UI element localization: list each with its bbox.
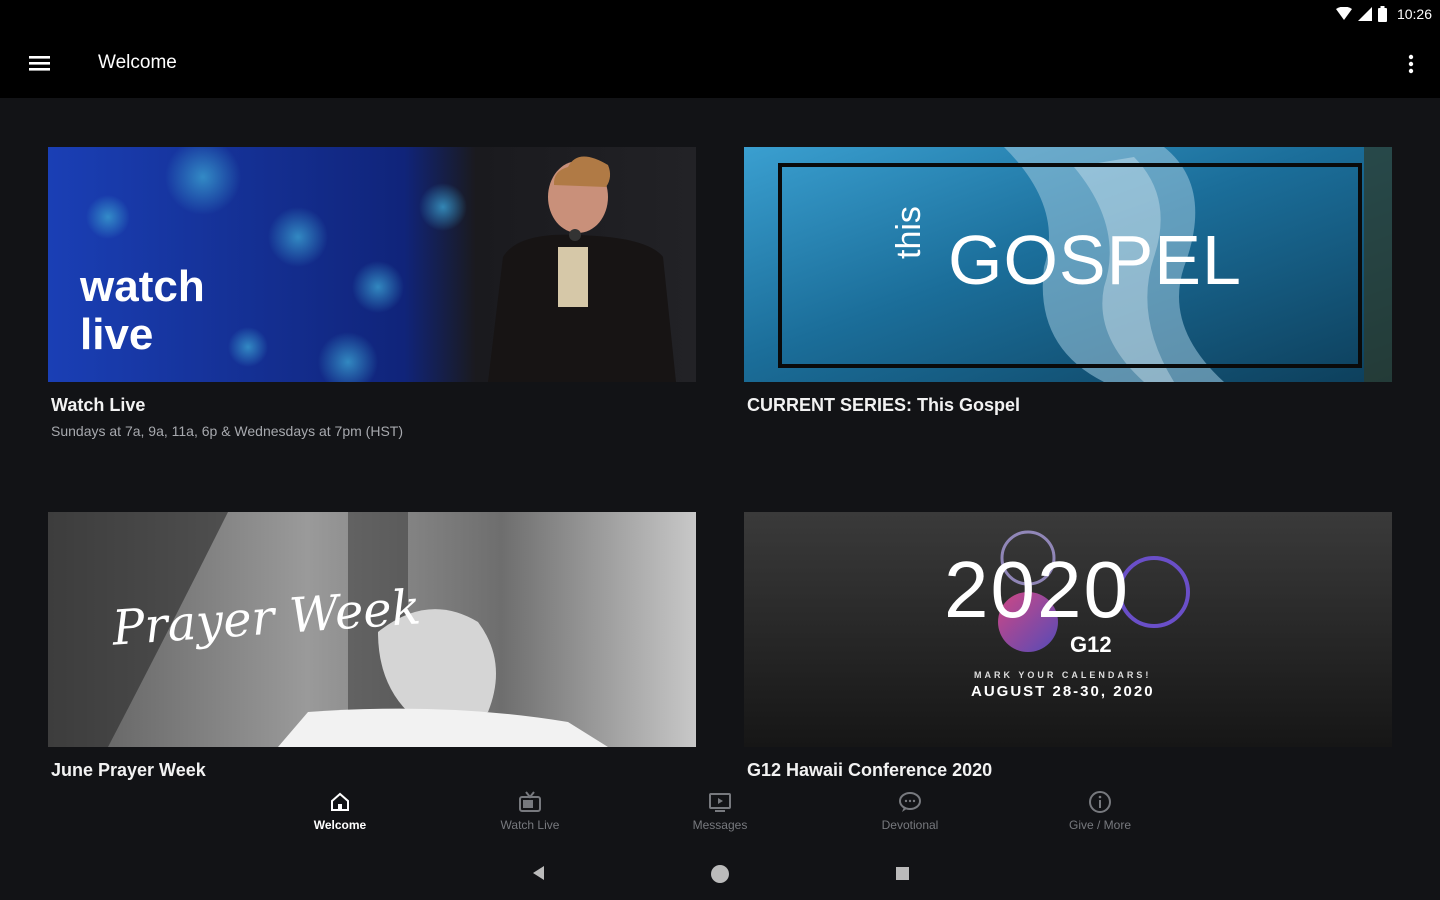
- system-nav-bar: [0, 850, 1440, 900]
- image-caption-watch: watch: [80, 262, 205, 311]
- nav-item-welcome[interactable]: Welcome: [280, 790, 400, 832]
- nav-item-devotional[interactable]: Devotional: [850, 790, 970, 832]
- nav-label: Devotional: [881, 818, 939, 832]
- nav-item-watch-live[interactable]: Watch Live: [470, 790, 590, 832]
- nav-item-messages[interactable]: Messages: [660, 790, 780, 832]
- app-bar: Welcome: [0, 30, 1440, 98]
- card-title: CURRENT SERIES: This Gospel: [747, 395, 1021, 415]
- page-title: Welcome: [98, 52, 177, 73]
- image-date: AUGUST 28-30, 2020: [971, 683, 1155, 700]
- card-title: June Prayer Week: [51, 760, 206, 780]
- chat-bubble-icon: [899, 792, 921, 812]
- info-icon: [1089, 791, 1111, 813]
- status-time: 10:26: [1396, 6, 1432, 22]
- nav-label: Messages: [692, 818, 748, 832]
- battery-icon: [1377, 6, 1387, 22]
- card-g12-conference[interactable]: 2020 G12 MARK YOUR CALENDARS! AUGUST 28-…: [744, 512, 1392, 781]
- card-image-prayer-week: Prayer Week: [48, 512, 696, 747]
- image-logo-g12: G12: [1070, 632, 1112, 657]
- monitor-play-icon: [709, 793, 731, 812]
- back-button[interactable]: [530, 864, 546, 887]
- home-circle-icon: [711, 865, 729, 883]
- home-button[interactable]: [710, 864, 730, 889]
- nav-label: Welcome: [313, 818, 367, 832]
- home-icon: [331, 792, 349, 811]
- overflow-menu-button[interactable]: [1404, 50, 1418, 78]
- card-image-this-gospel: this GOSPEL: [744, 147, 1392, 382]
- card-watch-live[interactable]: watch live Watch Live Sundays at 7a, 9a,…: [48, 147, 696, 439]
- hamburger-icon: [29, 56, 50, 71]
- card-image-g12-conference: 2020 G12 MARK YOUR CALENDARS! AUGUST 28-…: [744, 512, 1392, 747]
- bottom-navigation: Welcome Watch Live Messages Devotional G…: [0, 786, 1440, 844]
- card-title: G12 Hawaii Conference 2020: [747, 760, 993, 780]
- image-year: 2020: [944, 545, 1130, 634]
- recents-button[interactable]: [895, 866, 910, 886]
- nav-item-give-more[interactable]: Give / More: [1040, 790, 1160, 832]
- image-caption-this: this: [890, 206, 928, 259]
- card-subtitle: Sundays at 7a, 9a, 11a, 6p & Wednesdays …: [51, 423, 404, 439]
- card-prayer-week[interactable]: Prayer Week June Prayer Week: [48, 512, 696, 781]
- status-bar: 10:26: [0, 0, 1440, 30]
- card-title: Watch Live: [51, 395, 146, 415]
- image-mark-calendars: MARK YOUR CALENDARS!: [974, 670, 1152, 680]
- more-vert-icon: [1408, 54, 1414, 74]
- recents-square-icon: [896, 867, 909, 880]
- status-icons: 10:26: [1335, 6, 1432, 22]
- nav-label: Watch Live: [500, 818, 560, 832]
- tv-icon: [519, 791, 541, 812]
- card-current-series[interactable]: this GOSPEL CURRENT SERIES: This Gospel: [744, 147, 1392, 416]
- back-triangle-icon: [533, 866, 544, 880]
- wifi-icon: [1335, 7, 1352, 20]
- nav-label: Give / More: [1068, 818, 1131, 832]
- image-caption-live: live: [80, 310, 154, 359]
- image-caption-gospel: GOSPEL: [948, 221, 1242, 299]
- card-image-watch-live: watch live: [48, 147, 696, 382]
- menu-button[interactable]: [26, 50, 56, 78]
- cell-signal-icon: [1357, 7, 1372, 21]
